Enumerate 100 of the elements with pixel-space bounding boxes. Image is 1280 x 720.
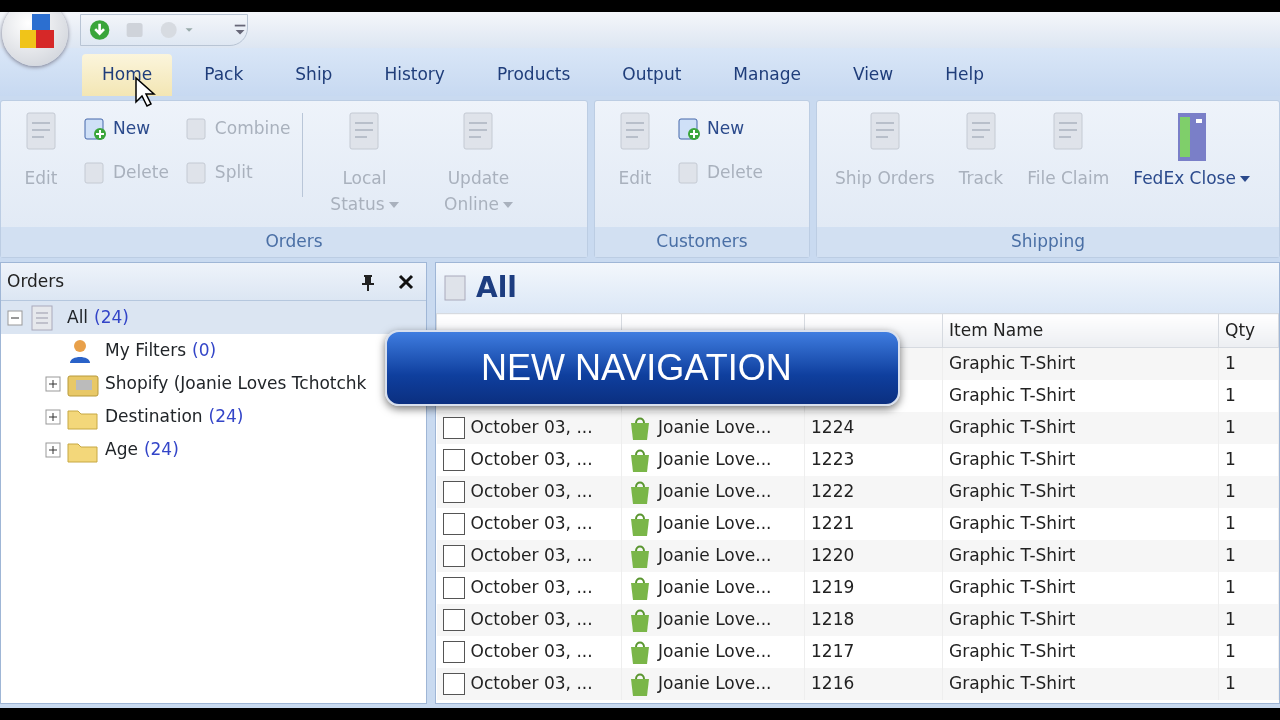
grid-title: All (476, 270, 517, 306)
table-cell: Graphic T-Shirt (942, 443, 1219, 476)
table-cell: 1217 (804, 635, 943, 668)
add-icon (83, 117, 107, 141)
item-count: (0) (192, 338, 217, 362)
table-cell: 1 (1218, 667, 1279, 700)
ribbon-button[interactable]: New (669, 107, 771, 151)
close-icon[interactable] (398, 273, 414, 290)
table-cell: Joanie Love... (658, 512, 772, 533)
expand-icon[interactable] (45, 408, 61, 425)
table-cell: 1 (1218, 411, 1279, 444)
table-cell: 1216 (804, 667, 943, 700)
checkbox[interactable] (442, 544, 465, 567)
table-cell: October 03, ... (470, 640, 593, 661)
table-cell: 1 (1218, 443, 1279, 476)
table-cell: 1 (1218, 475, 1279, 508)
table-cell: 1223 (804, 443, 943, 476)
checkbox[interactable] (442, 512, 465, 535)
table-cell: Graphic T-Shirt (942, 603, 1219, 636)
table-cell: 1 (1218, 571, 1279, 604)
table-cell: Joanie Love... (658, 448, 772, 469)
table-cell: Graphic T-Shirt (942, 379, 1219, 412)
table-cell: October 03, ... (470, 512, 593, 533)
table-cell: 1224 (804, 411, 943, 444)
pin-icon[interactable] (360, 272, 376, 291)
table-cell: October 03, ... (470, 544, 593, 565)
ribbon-tab[interactable]: Products (476, 54, 591, 96)
table-cell: Joanie Love... (658, 576, 772, 597)
column-header[interactable]: Item Name (942, 313, 1219, 348)
table-cell: Graphic T-Shirt (942, 539, 1219, 572)
ribbon-tab[interactable]: Ship (275, 54, 353, 96)
ribbon-tab[interactable]: History (364, 54, 465, 96)
ribbon-tab[interactable]: View (832, 54, 914, 96)
table-cell: Graphic T-Shirt (942, 507, 1219, 540)
table-cell: 1219 (804, 571, 943, 604)
table-cell: 1222 (804, 475, 943, 508)
table-cell: 1221 (804, 507, 943, 540)
tree-label: Destination (105, 404, 203, 428)
checkbox[interactable] (442, 672, 465, 695)
table-cell: Graphic T-Shirt (942, 347, 1219, 380)
tree-label: My Filters (105, 338, 187, 362)
table-cell: October 03, ... (470, 608, 593, 629)
table-cell: October 03, ... (470, 672, 593, 693)
table-cell: Graphic T-Shirt (942, 571, 1219, 604)
column-header[interactable]: Qty (1218, 313, 1279, 348)
table-cell: Joanie Love... (658, 640, 772, 661)
checkbox[interactable] (442, 608, 465, 631)
checkbox[interactable] (442, 576, 465, 599)
banner: NEW NAVIGATION (385, 330, 900, 406)
panel-title: Orders (7, 269, 66, 293)
group-label: Orders (1, 227, 587, 257)
checkbox[interactable] (442, 480, 465, 503)
table-cell: 1 (1218, 507, 1279, 540)
tree-label: Age (105, 437, 138, 461)
table-cell: October 03, ... (470, 416, 593, 437)
table-cell: Graphic T-Shirt (942, 635, 1219, 668)
table-cell: 1 (1218, 347, 1279, 380)
group-label: Customers (595, 227, 809, 257)
expand-icon[interactable] (45, 375, 61, 392)
checkbox[interactable] (442, 448, 465, 471)
table-cell: Graphic T-Shirt (942, 667, 1219, 700)
ribbon-tab[interactable]: Help (925, 54, 1004, 96)
table-cell: October 03, ... (470, 576, 593, 597)
ribbon-tab[interactable]: Output (602, 54, 702, 96)
group-label: Shipping (817, 227, 1279, 257)
table-cell: 1218 (804, 603, 943, 636)
add-icon (677, 117, 701, 141)
app-menu-button[interactable] (2, 12, 68, 66)
table-cell: Joanie Love... (658, 416, 772, 437)
item-count: (24) (94, 305, 129, 329)
tree-item[interactable]: My Filters (0) (1, 334, 223, 367)
table-cell: Graphic T-Shirt (942, 475, 1219, 508)
tree-label: Shopify (Joanie Loves Tchotchk (105, 371, 367, 395)
expand-icon[interactable] (45, 441, 61, 458)
item-count: (24) (208, 404, 244, 428)
tree-item[interactable]: Age (24) (1, 433, 185, 466)
table-cell: 1 (1218, 539, 1279, 572)
table-cell: Joanie Love... (658, 672, 772, 693)
table-cell: October 03, ... (470, 448, 593, 469)
tree-item[interactable]: Destination (24) (1, 400, 250, 433)
collapse-icon[interactable] (7, 309, 23, 326)
item-count: (24) (143, 437, 179, 461)
ribbon-button[interactable]: New (75, 107, 177, 151)
checkbox[interactable] (442, 640, 465, 663)
table-cell: 1 (1218, 635, 1279, 668)
ribbon-tab[interactable]: Manage (713, 54, 821, 96)
table-cell: 1220 (804, 539, 943, 572)
tree-item[interactable]: All (24) (1, 301, 426, 334)
table-cell: Graphic T-Shirt (942, 411, 1219, 444)
table-cell: Joanie Love... (658, 544, 772, 565)
table-cell: October 03, ... (470, 480, 593, 501)
tree-label: All (67, 305, 89, 329)
download-icon[interactable] (89, 18, 111, 42)
tree-item[interactable]: Shopify (Joanie Loves Tchotchk (1, 367, 373, 400)
dropdown-button[interactable]: FedEx Close (1121, 107, 1262, 227)
table-cell: Joanie Love... (658, 608, 772, 629)
checkbox[interactable] (442, 416, 465, 439)
table-cell: 1 (1218, 379, 1279, 412)
ribbon-tab[interactable]: Pack (184, 54, 264, 96)
table-cell: Joanie Love... (658, 480, 772, 501)
